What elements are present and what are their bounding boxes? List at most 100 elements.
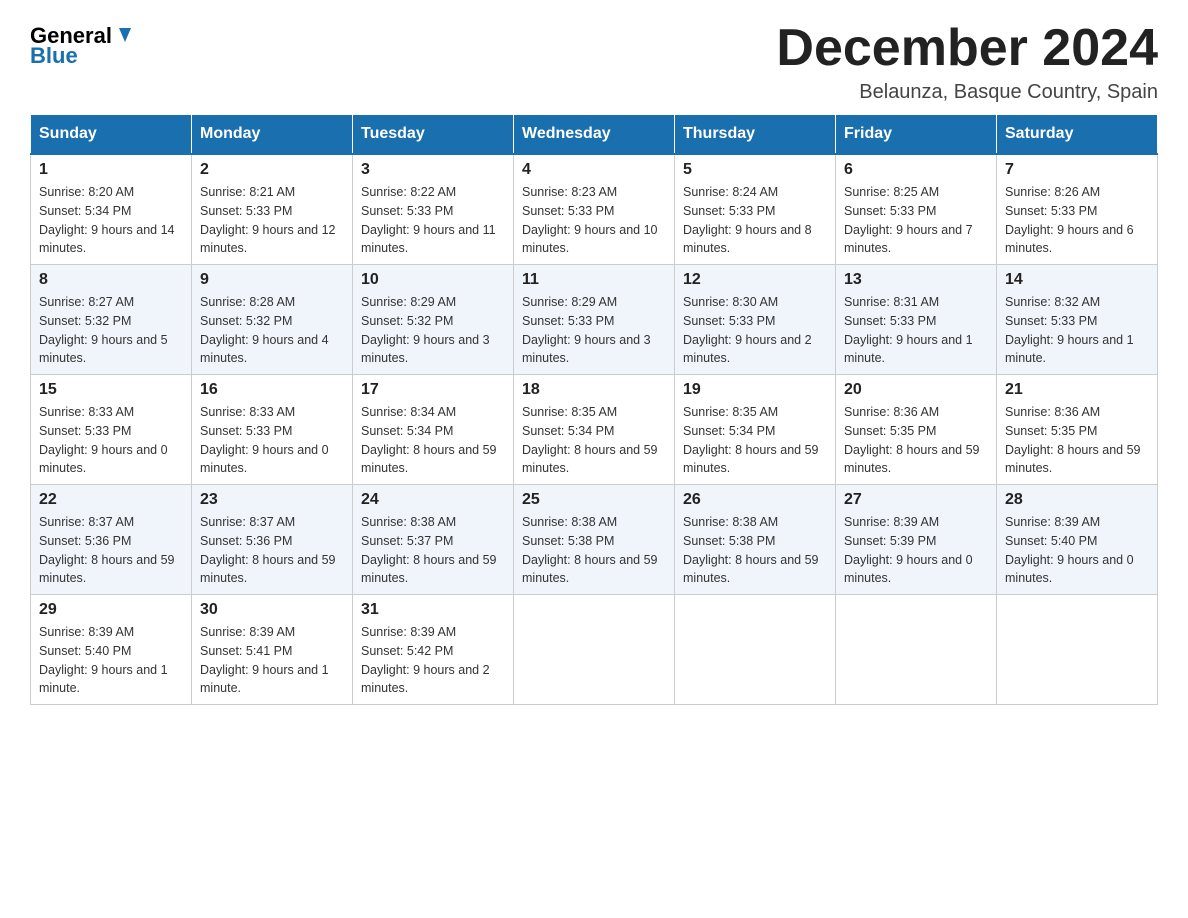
calendar-day-cell: 8 Sunrise: 8:27 AM Sunset: 5:32 PM Dayli… (31, 265, 192, 375)
day-info: Sunrise: 8:36 AM Sunset: 5:35 PM Dayligh… (1005, 403, 1149, 478)
calendar-day-cell: 29 Sunrise: 8:39 AM Sunset: 5:40 PM Dayl… (31, 595, 192, 705)
calendar-day-cell (836, 595, 997, 705)
day-info: Sunrise: 8:36 AM Sunset: 5:35 PM Dayligh… (844, 403, 988, 478)
day-info: Sunrise: 8:38 AM Sunset: 5:37 PM Dayligh… (361, 513, 505, 588)
day-info: Sunrise: 8:29 AM Sunset: 5:32 PM Dayligh… (361, 293, 505, 368)
day-number: 6 (844, 161, 988, 179)
day-number: 23 (200, 491, 344, 509)
day-info: Sunrise: 8:39 AM Sunset: 5:41 PM Dayligh… (200, 623, 344, 698)
day-info: Sunrise: 8:39 AM Sunset: 5:39 PM Dayligh… (844, 513, 988, 588)
calendar-table: SundayMondayTuesdayWednesdayThursdayFrid… (30, 114, 1158, 705)
calendar-day-cell: 15 Sunrise: 8:33 AM Sunset: 5:33 PM Dayl… (31, 375, 192, 485)
day-number: 5 (683, 161, 827, 179)
calendar-day-cell: 13 Sunrise: 8:31 AM Sunset: 5:33 PM Dayl… (836, 265, 997, 375)
day-number: 22 (39, 491, 183, 509)
day-number: 30 (200, 601, 344, 619)
day-info: Sunrise: 8:33 AM Sunset: 5:33 PM Dayligh… (200, 403, 344, 478)
logo: General Blue (30, 25, 135, 69)
calendar-day-cell: 6 Sunrise: 8:25 AM Sunset: 5:33 PM Dayli… (836, 154, 997, 265)
calendar-header-row: SundayMondayTuesdayWednesdayThursdayFrid… (31, 115, 1158, 155)
calendar-day-cell (997, 595, 1158, 705)
calendar-day-cell: 3 Sunrise: 8:22 AM Sunset: 5:33 PM Dayli… (353, 154, 514, 265)
calendar-day-cell: 9 Sunrise: 8:28 AM Sunset: 5:32 PM Dayli… (192, 265, 353, 375)
calendar-day-cell (514, 595, 675, 705)
logo-blue: Blue (30, 43, 78, 69)
day-info: Sunrise: 8:37 AM Sunset: 5:36 PM Dayligh… (39, 513, 183, 588)
calendar-day-header: Sunday (31, 115, 192, 155)
day-info: Sunrise: 8:39 AM Sunset: 5:40 PM Dayligh… (39, 623, 183, 698)
calendar-day-cell: 5 Sunrise: 8:24 AM Sunset: 5:33 PM Dayli… (675, 154, 836, 265)
calendar-day-cell: 21 Sunrise: 8:36 AM Sunset: 5:35 PM Dayl… (997, 375, 1158, 485)
day-number: 25 (522, 491, 666, 509)
day-number: 16 (200, 381, 344, 399)
calendar-day-cell: 16 Sunrise: 8:33 AM Sunset: 5:33 PM Dayl… (192, 375, 353, 485)
calendar-day-cell: 17 Sunrise: 8:34 AM Sunset: 5:34 PM Dayl… (353, 375, 514, 485)
day-info: Sunrise: 8:31 AM Sunset: 5:33 PM Dayligh… (844, 293, 988, 368)
day-number: 2 (200, 161, 344, 179)
month-title: December 2024 (776, 20, 1158, 77)
calendar-day-cell: 24 Sunrise: 8:38 AM Sunset: 5:37 PM Dayl… (353, 485, 514, 595)
day-number: 12 (683, 271, 827, 289)
calendar-day-cell: 4 Sunrise: 8:23 AM Sunset: 5:33 PM Dayli… (514, 154, 675, 265)
day-number: 10 (361, 271, 505, 289)
calendar-day-header: Thursday (675, 115, 836, 155)
day-number: 9 (200, 271, 344, 289)
day-info: Sunrise: 8:35 AM Sunset: 5:34 PM Dayligh… (683, 403, 827, 478)
day-number: 24 (361, 491, 505, 509)
calendar-day-cell: 25 Sunrise: 8:38 AM Sunset: 5:38 PM Dayl… (514, 485, 675, 595)
day-info: Sunrise: 8:30 AM Sunset: 5:33 PM Dayligh… (683, 293, 827, 368)
day-info: Sunrise: 8:23 AM Sunset: 5:33 PM Dayligh… (522, 183, 666, 258)
calendar-day-cell: 18 Sunrise: 8:35 AM Sunset: 5:34 PM Dayl… (514, 375, 675, 485)
calendar-day-cell: 31 Sunrise: 8:39 AM Sunset: 5:42 PM Dayl… (353, 595, 514, 705)
day-info: Sunrise: 8:25 AM Sunset: 5:33 PM Dayligh… (844, 183, 988, 258)
title-area: December 2024 Belaunza, Basque Country, … (776, 20, 1158, 104)
day-info: Sunrise: 8:38 AM Sunset: 5:38 PM Dayligh… (522, 513, 666, 588)
calendar-day-cell: 22 Sunrise: 8:37 AM Sunset: 5:36 PM Dayl… (31, 485, 192, 595)
day-info: Sunrise: 8:33 AM Sunset: 5:33 PM Dayligh… (39, 403, 183, 478)
calendar-week-row: 29 Sunrise: 8:39 AM Sunset: 5:40 PM Dayl… (31, 595, 1158, 705)
day-info: Sunrise: 8:21 AM Sunset: 5:33 PM Dayligh… (200, 183, 344, 258)
day-info: Sunrise: 8:24 AM Sunset: 5:33 PM Dayligh… (683, 183, 827, 258)
calendar-day-cell (675, 595, 836, 705)
calendar-day-cell: 30 Sunrise: 8:39 AM Sunset: 5:41 PM Dayl… (192, 595, 353, 705)
day-number: 1 (39, 161, 183, 179)
page-header: General Blue December 2024 Belaunza, Bas… (30, 20, 1158, 104)
calendar-day-cell: 28 Sunrise: 8:39 AM Sunset: 5:40 PM Dayl… (997, 485, 1158, 595)
calendar-day-cell: 1 Sunrise: 8:20 AM Sunset: 5:34 PM Dayli… (31, 154, 192, 265)
calendar-day-cell: 7 Sunrise: 8:26 AM Sunset: 5:33 PM Dayli… (997, 154, 1158, 265)
calendar-day-cell: 14 Sunrise: 8:32 AM Sunset: 5:33 PM Dayl… (997, 265, 1158, 375)
calendar-day-cell: 27 Sunrise: 8:39 AM Sunset: 5:39 PM Dayl… (836, 485, 997, 595)
calendar-day-header: Saturday (997, 115, 1158, 155)
day-info: Sunrise: 8:28 AM Sunset: 5:32 PM Dayligh… (200, 293, 344, 368)
day-info: Sunrise: 8:29 AM Sunset: 5:33 PM Dayligh… (522, 293, 666, 368)
calendar-day-cell: 19 Sunrise: 8:35 AM Sunset: 5:34 PM Dayl… (675, 375, 836, 485)
day-number: 11 (522, 271, 666, 289)
day-number: 13 (844, 271, 988, 289)
calendar-day-header: Tuesday (353, 115, 514, 155)
day-number: 27 (844, 491, 988, 509)
day-number: 31 (361, 601, 505, 619)
day-info: Sunrise: 8:38 AM Sunset: 5:38 PM Dayligh… (683, 513, 827, 588)
day-info: Sunrise: 8:37 AM Sunset: 5:36 PM Dayligh… (200, 513, 344, 588)
calendar-day-cell: 12 Sunrise: 8:30 AM Sunset: 5:33 PM Dayl… (675, 265, 836, 375)
day-number: 28 (1005, 491, 1149, 509)
day-number: 29 (39, 601, 183, 619)
calendar-day-cell: 20 Sunrise: 8:36 AM Sunset: 5:35 PM Dayl… (836, 375, 997, 485)
location-subtitle: Belaunza, Basque Country, Spain (776, 81, 1158, 104)
day-number: 7 (1005, 161, 1149, 179)
day-number: 21 (1005, 381, 1149, 399)
calendar-day-cell: 10 Sunrise: 8:29 AM Sunset: 5:32 PM Dayl… (353, 265, 514, 375)
day-info: Sunrise: 8:27 AM Sunset: 5:32 PM Dayligh… (39, 293, 183, 368)
day-number: 26 (683, 491, 827, 509)
calendar-week-row: 22 Sunrise: 8:37 AM Sunset: 5:36 PM Dayl… (31, 485, 1158, 595)
day-info: Sunrise: 8:20 AM Sunset: 5:34 PM Dayligh… (39, 183, 183, 258)
calendar-day-cell: 11 Sunrise: 8:29 AM Sunset: 5:33 PM Dayl… (514, 265, 675, 375)
day-number: 3 (361, 161, 505, 179)
day-info: Sunrise: 8:26 AM Sunset: 5:33 PM Dayligh… (1005, 183, 1149, 258)
calendar-day-cell: 26 Sunrise: 8:38 AM Sunset: 5:38 PM Dayl… (675, 485, 836, 595)
calendar-week-row: 1 Sunrise: 8:20 AM Sunset: 5:34 PM Dayli… (31, 154, 1158, 265)
day-info: Sunrise: 8:22 AM Sunset: 5:33 PM Dayligh… (361, 183, 505, 258)
day-info: Sunrise: 8:35 AM Sunset: 5:34 PM Dayligh… (522, 403, 666, 478)
calendar-day-header: Wednesday (514, 115, 675, 155)
day-number: 15 (39, 381, 183, 399)
